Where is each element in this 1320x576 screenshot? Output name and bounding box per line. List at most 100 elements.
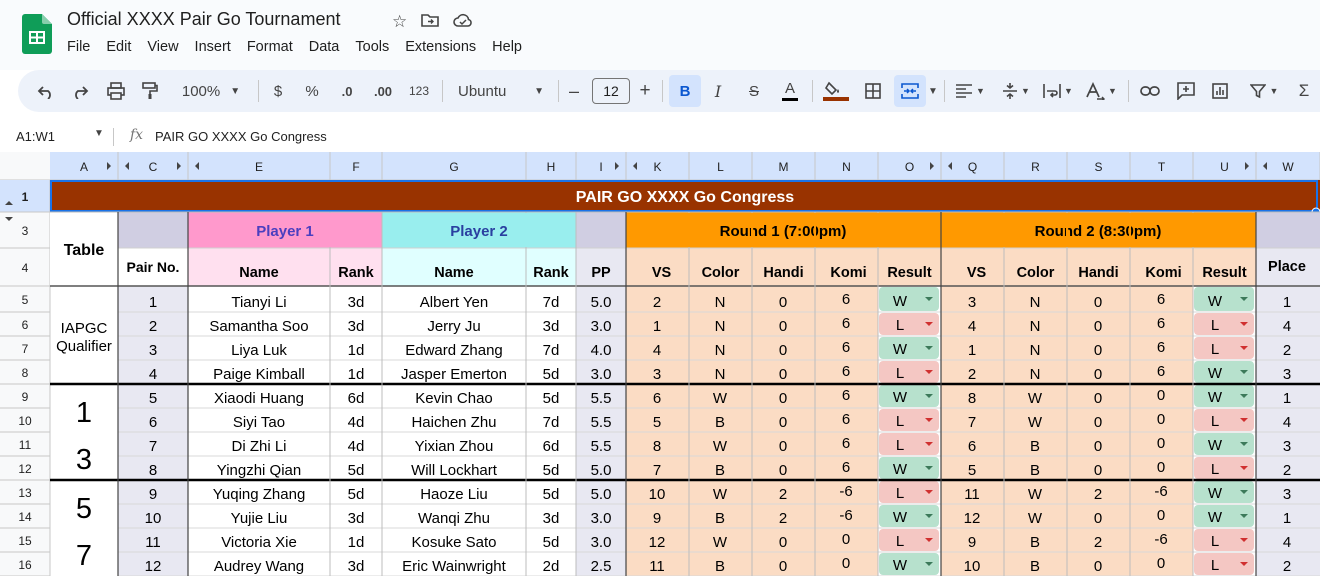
comment-icon[interactable]: [1174, 70, 1198, 112]
font-select[interactable]: Ubuntu ▼: [458, 70, 544, 112]
decrease-decimal-button[interactable]: .0: [336, 70, 358, 112]
row-header-14[interactable]: 14: [18, 510, 32, 524]
print-icon[interactable]: [104, 70, 128, 112]
player1-rank: 4d: [348, 438, 365, 455]
star-icon[interactable]: ☆: [392, 12, 407, 33]
row-header-10[interactable]: 10: [18, 414, 32, 428]
percent-format-button[interactable]: %: [302, 70, 322, 112]
row-header-15[interactable]: 15: [18, 534, 32, 548]
cloud-status-icon[interactable]: [453, 12, 473, 33]
column-header-q[interactable]: Q: [968, 160, 977, 174]
row-header-13[interactable]: 13: [18, 486, 32, 500]
column-header-a[interactable]: A: [80, 160, 88, 174]
row-header-12[interactable]: 12: [18, 462, 32, 476]
text-rotation-icon[interactable]: ▼: [1082, 70, 1120, 112]
menu-view[interactable]: View: [147, 39, 178, 55]
paint-format-icon[interactable]: [138, 70, 162, 112]
row-header-1[interactable]: 1: [22, 190, 29, 204]
row-header-5[interactable]: 5: [22, 293, 29, 307]
row-header-11[interactable]: 11: [19, 438, 32, 452]
more-formats-button[interactable]: 123: [406, 70, 432, 112]
row-header-16[interactable]: 16: [18, 558, 32, 572]
zoom-select[interactable]: 100% ▼: [176, 70, 246, 112]
column-header-t[interactable]: T: [1158, 160, 1166, 174]
merge-options-caret[interactable]: ▼: [926, 70, 940, 112]
round1-color: B: [715, 558, 725, 575]
row-header-6[interactable]: 6: [22, 318, 29, 332]
valign-icon[interactable]: ▼: [998, 70, 1034, 112]
move-folder-icon[interactable]: [421, 12, 440, 33]
round2-header: Round 2 (8:30pm): [1035, 223, 1162, 240]
column-header-r[interactable]: R: [1031, 160, 1040, 174]
menu-data[interactable]: Data: [309, 39, 340, 55]
filter-icon[interactable]: ▼: [1246, 70, 1282, 112]
menu-insert[interactable]: Insert: [195, 39, 231, 55]
column-header-i[interactable]: I: [599, 160, 602, 174]
row-header-7[interactable]: 7: [22, 342, 29, 356]
formula-input[interactable]: PAIR GO XXXX Go Congress: [155, 129, 327, 144]
pair-points: 5.0: [591, 462, 612, 479]
chevron-down-icon[interactable]: ▼: [94, 128, 104, 139]
column-header-o[interactable]: O: [905, 160, 914, 174]
sheet-grid[interactable]: A C E F G H I K L M N O Q R S T U W1345678910111213141516…: [0, 152, 1320, 576]
link-icon[interactable]: [1138, 70, 1162, 112]
round1-result-value: L: [896, 437, 904, 454]
redo-icon[interactable]: [68, 70, 92, 112]
round1-color: W: [713, 390, 728, 407]
column-header-m[interactable]: M: [779, 160, 789, 174]
text-wrapping-icon[interactable]: ▼: [1040, 70, 1076, 112]
align-icon[interactable]: ▼: [952, 70, 988, 112]
menu-edit[interactable]: Edit: [106, 39, 131, 55]
column-header-s[interactable]: S: [1094, 160, 1102, 174]
strikethrough-button[interactable]: S: [744, 70, 764, 112]
column-header-u[interactable]: U: [1220, 160, 1229, 174]
player1-rank: 4d: [348, 414, 365, 431]
header-fill: [118, 212, 188, 248]
column-header-n[interactable]: N: [842, 160, 851, 174]
italic-button[interactable]: I: [708, 70, 728, 112]
decrease-font-size-button[interactable]: –: [566, 70, 582, 112]
menu-help[interactable]: Help: [492, 39, 522, 55]
column-header-e[interactable]: E: [255, 160, 263, 174]
sheets-logo[interactable]: [22, 14, 52, 54]
merge-cells-icon[interactable]: [894, 75, 926, 107]
column-header-c[interactable]: C: [149, 160, 158, 174]
round2-result-value: W: [1208, 365, 1223, 382]
column-header-g[interactable]: G: [449, 160, 458, 174]
round2-komi: 6: [1157, 315, 1165, 332]
text-color-button[interactable]: A: [780, 70, 800, 112]
increase-font-size-button[interactable]: +: [636, 70, 654, 112]
column-header-l[interactable]: L: [717, 160, 724, 174]
name-box[interactable]: A1:W1: [16, 129, 55, 144]
menu-tools[interactable]: Tools: [355, 39, 389, 55]
currency-format-button[interactable]: $: [268, 70, 288, 112]
menu-extensions[interactable]: Extensions: [405, 39, 476, 55]
column-header-k[interactable]: K: [653, 160, 661, 174]
undo-icon[interactable]: [34, 70, 58, 112]
round1-handicap: 0: [779, 414, 787, 431]
round2-handicap: 0: [1094, 318, 1102, 335]
column-header-h[interactable]: H: [547, 160, 556, 174]
player1-name: Di Zhi Li: [231, 438, 286, 455]
rank-header: Rank: [533, 265, 569, 281]
chart-icon[interactable]: [1208, 70, 1232, 112]
row-header-3[interactable]: 3: [22, 224, 29, 238]
column-header-w[interactable]: W: [1282, 160, 1294, 174]
round2-color: W: [1028, 390, 1043, 407]
menu-format[interactable]: Format: [247, 39, 293, 55]
column-header-f[interactable]: F: [352, 160, 359, 174]
row-header-9[interactable]: 9: [22, 390, 29, 404]
bold-button[interactable]: B: [669, 75, 701, 107]
place-value: 4: [1283, 534, 1291, 551]
document-title[interactable]: Official XXXX Pair Go Tournament: [67, 9, 340, 30]
fill-color-icon[interactable]: [821, 70, 851, 112]
font-size-input[interactable]: 12: [592, 70, 630, 112]
round2-result-value: W: [1208, 389, 1223, 406]
borders-icon[interactable]: [861, 70, 885, 112]
row-header-8[interactable]: 8: [22, 366, 29, 380]
increase-decimal-button[interactable]: .00: [370, 70, 396, 112]
functions-icon[interactable]: Σ: [1296, 70, 1312, 112]
menu-file[interactable]: File: [67, 39, 90, 55]
row-header-4[interactable]: 4: [22, 261, 29, 275]
place-value: 4: [1283, 318, 1291, 335]
